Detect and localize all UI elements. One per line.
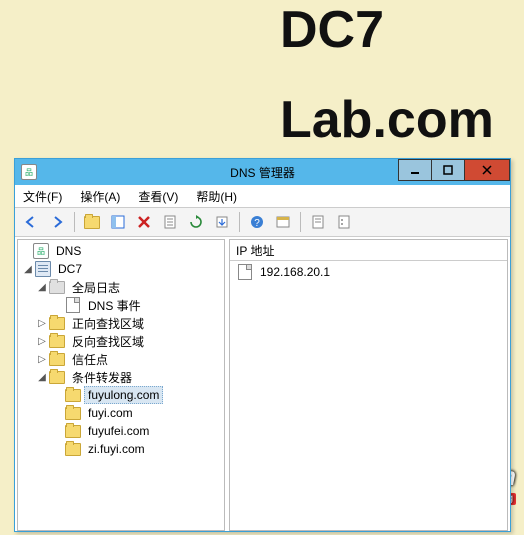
menu-action[interactable]: 操作(A) [76,186,124,207]
list-item[interactable]: 192.168.20.1 [234,263,503,281]
tree-cf-fuyulong[interactable]: fuyulong.com [18,386,224,404]
menu-file[interactable]: 文件(F) [19,186,66,207]
list-body: 192.168.20.1 [230,261,507,530]
tree-cf-fuyi[interactable]: fuyi.com [18,404,224,422]
tree-cf-fuyufei[interactable]: fuyufei.com [18,422,224,440]
tree-reverse-zone[interactable]: ▷ 反向查找区域 [18,332,224,350]
tree-label: fuyufei.com [84,422,153,440]
twisty-closed-icon[interactable]: ▷ [36,353,48,365]
maximize-button[interactable] [431,159,465,181]
properties-button[interactable] [158,210,182,234]
folder-icon [49,315,65,331]
menu-help[interactable]: 帮助(H) [192,186,241,207]
back-button[interactable] [19,210,43,234]
page-icon [65,297,81,313]
forward-button[interactable] [45,210,69,234]
list-pane[interactable]: IP 地址 192.168.20.1 [229,239,508,531]
twisty-open-icon[interactable]: ◢ [36,281,48,293]
options-button[interactable] [332,210,356,234]
list-header-ip[interactable]: IP 地址 [230,240,507,261]
close-button[interactable] [464,159,510,181]
folder-icon [49,369,65,385]
twisty-open-icon[interactable]: ◢ [36,371,48,383]
tree-cf-zi-fuyi[interactable]: zi.fuyi.com [18,440,224,458]
menubar: 文件(F) 操作(A) 查看(V) 帮助(H) [15,185,510,208]
folder-icon [49,333,65,349]
folder-icon [65,387,81,403]
tree-global-log[interactable]: ◢ 全局日志 [18,278,224,296]
dns-manager-window: 品 DNS 管理器 文件(F) 操作(A) 查看(V) 帮助(H) ? [14,158,511,532]
tree-server-dc7[interactable]: ◢ DC7 [18,260,224,278]
new-zone-button[interactable] [271,210,295,234]
content-area: 品 DNS ◢ DC7 ◢ 全局日志 D [15,237,510,533]
tree-label: fuyulong.com [84,386,163,404]
folder-icon [65,441,81,457]
delete-button[interactable] [132,210,156,234]
export-button[interactable] [210,210,234,234]
filter-button[interactable] [306,210,330,234]
tree-label: fuyi.com [84,404,137,422]
list-item-label: 192.168.20.1 [260,265,330,279]
tree-label: DNS [52,242,85,260]
folder-icon [49,279,65,295]
toolbar: ? [15,208,510,237]
show-hide-tree-button[interactable] [106,210,130,234]
folder-icon [65,423,81,439]
titlebar[interactable]: 品 DNS 管理器 [15,159,510,185]
tree-label: 条件转发器 [68,367,136,388]
menu-view[interactable]: 查看(V) [134,186,182,207]
folder-icon [49,351,65,367]
twisty-open-icon[interactable]: ◢ [22,263,34,275]
server-icon [35,261,51,277]
tree-pane[interactable]: 品 DNS ◢ DC7 ◢ 全局日志 D [17,239,225,531]
svg-text:?: ? [254,218,260,229]
tree-forward-zone[interactable]: ▷ 正向查找区域 [18,314,224,332]
help-button[interactable]: ? [245,210,269,234]
twisty-icon[interactable] [20,245,32,257]
tree-label: DC7 [54,260,86,278]
minimize-button[interactable] [398,159,432,181]
page-icon [237,264,253,280]
tree-trust-points[interactable]: ▷ 信任点 [18,350,224,368]
background-label-dc7: DC7 [280,0,384,60]
refresh-button[interactable] [184,210,208,234]
folder-icon [65,405,81,421]
twisty-closed-icon[interactable]: ▷ [36,317,48,329]
tree-label: zi.fuyi.com [84,440,149,458]
twisty-closed-icon[interactable]: ▷ [36,335,48,347]
tree-root-dns[interactable]: 品 DNS [18,242,224,260]
up-button[interactable] [80,210,104,234]
background-label-domain: Lab.com [280,90,494,150]
tree-dns-events[interactable]: DNS 事件 [18,296,224,314]
tree-conditional-forwarders[interactable]: ◢ 条件转发器 [18,368,224,386]
dns-icon: 品 [33,243,49,259]
